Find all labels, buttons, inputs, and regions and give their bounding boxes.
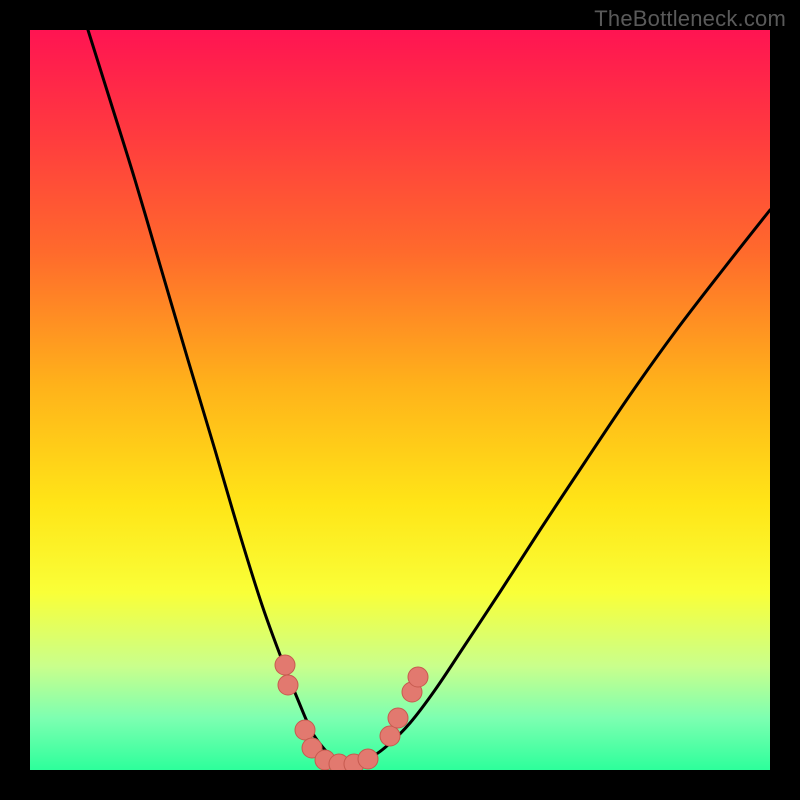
gradient-background [30,30,770,770]
data-marker [388,708,408,728]
data-marker [278,675,298,695]
data-marker [408,667,428,687]
data-marker [295,720,315,740]
plot-area [30,30,770,770]
watermark-text: TheBottleneck.com [594,6,786,32]
data-marker [275,655,295,675]
chart-svg [30,30,770,770]
data-marker [358,749,378,769]
data-marker [380,726,400,746]
chart-frame: TheBottleneck.com [0,0,800,800]
